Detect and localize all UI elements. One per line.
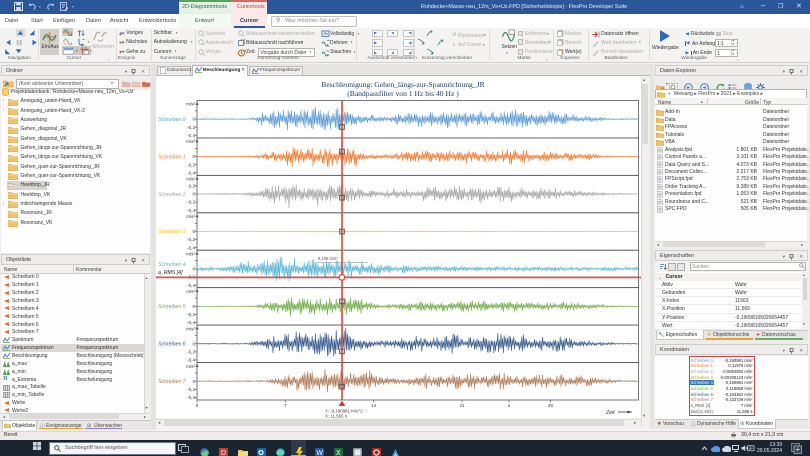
svg-text:m/s²: m/s² bbox=[186, 139, 195, 144]
svg-text:-0,4: -0,4 bbox=[187, 358, 195, 363]
svg-text:-0,2: -0,2 bbox=[187, 125, 195, 130]
svg-text:m/s²: m/s² bbox=[186, 289, 195, 294]
svg-text:-0,2: -0,2 bbox=[187, 387, 195, 392]
svg-text:Schreiben 5: Schreiben 5 bbox=[158, 304, 186, 310]
svg-text:m/s²: m/s² bbox=[186, 214, 195, 219]
svg-text:a_RMS [4]: a_RMS [4] bbox=[158, 270, 183, 276]
svg-text:Schreiben 3: Schreiben 3 bbox=[158, 229, 186, 235]
svg-text:-0,4: -0,4 bbox=[187, 283, 195, 288]
svg-text:8,108 m/s²: 8,108 m/s² bbox=[318, 256, 338, 261]
svg-text:X: X bbox=[336, 450, 341, 456]
svg-text:s: s bbox=[508, 403, 511, 408]
svg-text:m/s²: m/s² bbox=[186, 326, 195, 331]
svg-text:-0,4: -0,4 bbox=[187, 395, 195, 400]
svg-text:0,2: 0,2 bbox=[189, 183, 196, 188]
svg-text:-0,4: -0,4 bbox=[187, 133, 195, 138]
svg-text:Schreiben 0: Schreiben 0 bbox=[158, 117, 186, 123]
svg-text:-0,4: -0,4 bbox=[187, 208, 195, 213]
svg-text:-0,2: -0,2 bbox=[187, 312, 195, 317]
svg-text:-0,2: -0,2 bbox=[187, 200, 195, 205]
svg-text:-0,4: -0,4 bbox=[187, 170, 195, 175]
svg-text:Schreiben 6: Schreiben 6 bbox=[158, 342, 186, 348]
svg-text:-0,2: -0,2 bbox=[187, 237, 195, 242]
svg-text:-0,2: -0,2 bbox=[187, 350, 195, 355]
svg-text:Zeit: Zeit bbox=[605, 410, 615, 416]
svg-text:m/s²: m/s² bbox=[186, 102, 195, 107]
svg-text:Schreiben 1: Schreiben 1 bbox=[158, 154, 186, 160]
svg-text:Schreiben 2: Schreiben 2 bbox=[158, 192, 186, 198]
svg-text:-0,4: -0,4 bbox=[187, 245, 195, 250]
svg-text:W: W bbox=[316, 450, 323, 456]
svg-text:D: D bbox=[221, 450, 226, 456]
svg-text:-0,2: -0,2 bbox=[187, 162, 195, 167]
svg-text:Schreiben 4: Schreiben 4 bbox=[158, 262, 186, 268]
svg-text:m/s²: m/s² bbox=[186, 364, 195, 369]
svg-text:14: 14 bbox=[371, 403, 377, 408]
svg-text:7: 7 bbox=[284, 403, 287, 408]
svg-text:m/s²: m/s² bbox=[186, 252, 195, 257]
svg-text:Schreiben 7: Schreiben 7 bbox=[158, 379, 187, 385]
svg-text:m/s²: m/s² bbox=[186, 177, 195, 182]
svg-text:-0,4: -0,4 bbox=[187, 320, 195, 325]
svg-text:21: 21 bbox=[459, 403, 465, 408]
svg-text:0: 0 bbox=[196, 403, 199, 408]
svg-text:28: 28 bbox=[548, 403, 554, 408]
